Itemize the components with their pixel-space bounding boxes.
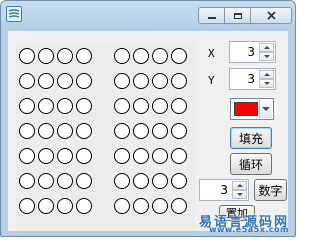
color-dropdown-button[interactable] bbox=[259, 100, 272, 118]
minimize-icon bbox=[207, 17, 216, 19]
fill-button[interactable]: 填充 bbox=[230, 127, 272, 149]
chevron-down-icon bbox=[262, 107, 270, 111]
grid-circle[interactable] bbox=[152, 98, 168, 114]
watermark-url: www.e5a5x.com bbox=[209, 225, 289, 234]
grid-circle[interactable] bbox=[19, 73, 35, 89]
grid-circle[interactable] bbox=[57, 98, 73, 114]
grid-circle[interactable] bbox=[171, 73, 187, 89]
arrow-up-icon bbox=[263, 73, 270, 76]
grid-circle[interactable] bbox=[171, 198, 187, 214]
grid-circle[interactable] bbox=[76, 73, 92, 89]
number-spin-down-button[interactable] bbox=[232, 190, 247, 199]
grid-circle[interactable] bbox=[19, 123, 35, 139]
client-area: X 3 Y 3 填充 循环 3 数字 置加 bbox=[8, 31, 288, 231]
color-swatch bbox=[234, 102, 258, 116]
grid-circle[interactable] bbox=[152, 73, 168, 89]
grid-circle[interactable] bbox=[133, 123, 149, 139]
maximize-button[interactable] bbox=[225, 7, 251, 24]
grid-circle[interactable] bbox=[76, 123, 92, 139]
grid-circle[interactable] bbox=[133, 98, 149, 114]
y-label: Y bbox=[208, 74, 215, 87]
grid-circle[interactable] bbox=[171, 48, 187, 64]
grid-circle[interactable] bbox=[133, 73, 149, 89]
app-window: X 3 Y 3 填充 循环 3 数字 置加 易语言源码网 www.e5a5x.c… bbox=[0, 0, 296, 237]
grid-circle[interactable] bbox=[152, 198, 168, 214]
grid-circle[interactable] bbox=[152, 148, 168, 164]
grid-circle[interactable] bbox=[57, 48, 73, 64]
x-label: X bbox=[208, 47, 215, 60]
arrow-up-icon bbox=[263, 46, 270, 49]
grid-circle[interactable] bbox=[57, 123, 73, 139]
grid-circle[interactable] bbox=[152, 173, 168, 189]
grid-circle[interactable] bbox=[38, 148, 54, 164]
grid-circle[interactable] bbox=[171, 148, 187, 164]
number-spin-up-button[interactable] bbox=[232, 181, 247, 190]
watermark: 易语言源码网 www.e5a5x.com bbox=[199, 208, 289, 235]
grid-circle[interactable] bbox=[38, 123, 54, 139]
number-value[interactable]: 3 bbox=[220, 183, 228, 197]
color-picker[interactable] bbox=[230, 98, 274, 120]
grid-circle[interactable] bbox=[76, 98, 92, 114]
y-value[interactable]: 3 bbox=[247, 72, 255, 86]
y-spin-up-button[interactable] bbox=[259, 70, 274, 79]
arrow-down-icon bbox=[263, 55, 270, 58]
x-value[interactable]: 3 bbox=[247, 45, 255, 59]
grid-circle[interactable] bbox=[57, 148, 73, 164]
grid-circle[interactable] bbox=[19, 148, 35, 164]
y-spin-box[interactable]: 3 bbox=[229, 68, 276, 90]
grid-circle[interactable] bbox=[114, 98, 130, 114]
grid-circle[interactable] bbox=[114, 73, 130, 89]
maximize-icon bbox=[233, 12, 242, 19]
grid-circle[interactable] bbox=[19, 198, 35, 214]
cycle-button[interactable]: 循环 bbox=[230, 153, 272, 175]
title-bar[interactable] bbox=[1, 1, 295, 28]
grid-circle[interactable] bbox=[19, 98, 35, 114]
grid-circle[interactable] bbox=[114, 198, 130, 214]
grid-circle[interactable] bbox=[57, 173, 73, 189]
grid-circle[interactable] bbox=[114, 48, 130, 64]
close-icon bbox=[266, 11, 276, 20]
x-spin-down-button[interactable] bbox=[259, 52, 274, 61]
minimize-button[interactable] bbox=[198, 7, 225, 24]
x-spin-up-button[interactable] bbox=[259, 43, 274, 52]
close-button[interactable] bbox=[251, 7, 292, 24]
grid-circle[interactable] bbox=[38, 73, 54, 89]
grid-circle[interactable] bbox=[152, 123, 168, 139]
grid-circle[interactable] bbox=[38, 98, 54, 114]
grid-circle[interactable] bbox=[76, 173, 92, 189]
grid-circle[interactable] bbox=[19, 48, 35, 64]
arrow-down-icon bbox=[236, 193, 243, 196]
grid-circle[interactable] bbox=[133, 148, 149, 164]
grid-circle[interactable] bbox=[19, 173, 35, 189]
grid-circle[interactable] bbox=[76, 48, 92, 64]
grid-circle[interactable] bbox=[114, 173, 130, 189]
grid-circle[interactable] bbox=[171, 98, 187, 114]
grid-circle[interactable] bbox=[76, 198, 92, 214]
grid-circle[interactable] bbox=[38, 198, 54, 214]
x-spin-box[interactable]: 3 bbox=[229, 41, 276, 63]
grid-circle[interactable] bbox=[38, 173, 54, 189]
app-icon bbox=[6, 6, 22, 22]
arrow-up-icon bbox=[236, 184, 243, 187]
grid-circle[interactable] bbox=[57, 198, 73, 214]
grid-circle[interactable] bbox=[133, 48, 149, 64]
arrow-down-icon bbox=[263, 82, 270, 85]
grid-circle[interactable] bbox=[114, 148, 130, 164]
grid-circle[interactable] bbox=[114, 123, 130, 139]
number-button[interactable]: 数字 bbox=[254, 179, 287, 201]
grid-circle[interactable] bbox=[38, 48, 54, 64]
y-spin-down-button[interactable] bbox=[259, 79, 274, 88]
grid-circle[interactable] bbox=[171, 123, 187, 139]
grid-circle[interactable] bbox=[152, 48, 168, 64]
grid-circle[interactable] bbox=[133, 198, 149, 214]
grid-circle[interactable] bbox=[171, 173, 187, 189]
grid-circle[interactable] bbox=[133, 173, 149, 189]
grid-circle[interactable] bbox=[76, 148, 92, 164]
grid-circle[interactable] bbox=[57, 73, 73, 89]
circle-grid-canvas[interactable] bbox=[15, 43, 195, 229]
number-spin-box[interactable]: 3 bbox=[199, 179, 249, 201]
